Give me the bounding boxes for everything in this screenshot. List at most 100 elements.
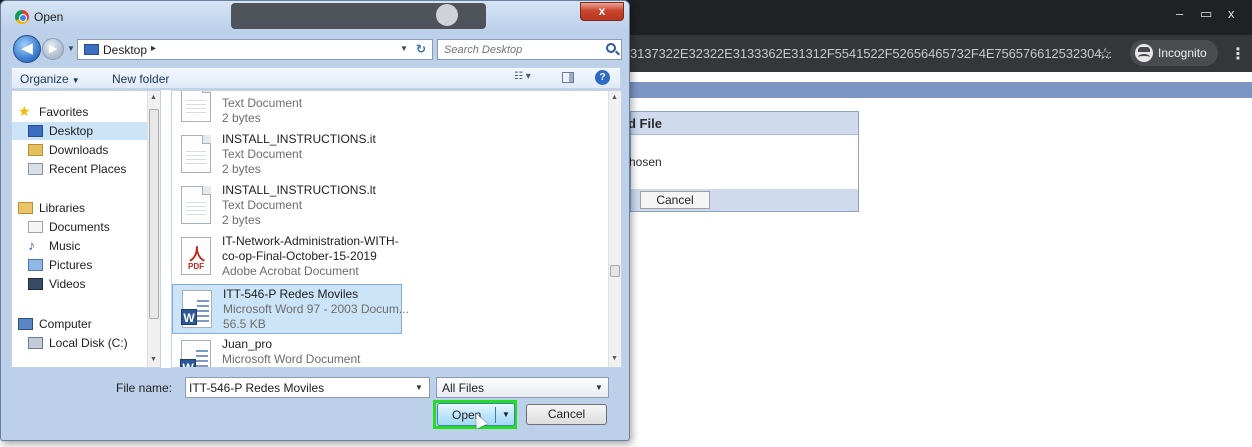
file-name: Juan_pro [222,337,273,351]
file-list-scrollbar[interactable]: ▲ ▼ [608,91,621,367]
organize-chevron-icon: ▼ [71,76,80,85]
upload-cancel-button[interactable]: Cancel [640,191,710,209]
word-badge: W [181,309,197,325]
nav-label: Downloads [49,143,109,157]
nav-recent-places[interactable]: Recent Places [12,160,147,178]
file-size: 2 bytes [222,162,261,176]
file-name-input[interactable] [189,380,404,396]
libraries-icon [18,202,33,214]
open-options-chevron-icon[interactable]: ▼ [502,410,510,419]
text-document-icon [181,91,211,122]
file-name: INSTALL_INSTRUCTIONS.it [222,132,376,146]
dialog-titlebar[interactable]: Open x [1,1,629,31]
search-box[interactable] [437,39,622,60]
nav-documents[interactable]: Documents [12,218,147,236]
upload-panel: d File hosen Cancel [628,111,859,212]
forward-arrow-icon[interactable]: ▶ [42,38,64,60]
file-item[interactable]: Text Document 2 bytes [172,91,402,129]
search-icon[interactable] [606,43,616,53]
nav-libraries[interactable]: Libraries [12,199,147,217]
nav-pane-scrollbar[interactable]: ▲ ▼ [147,91,160,367]
organize-button[interactable]: Organize ▼ [20,72,80,86]
split-button-separator [495,407,496,423]
dialog-title: Open [34,10,64,24]
address-dropdown-icon[interactable]: ▼ [400,44,408,53]
upload-panel-footer: Cancel [631,189,858,211]
file-item-selected[interactable]: W ITT-546-P Redes Moviles Microsoft Word… [172,284,409,334]
nav-label: Music [49,239,81,253]
nav-desktop[interactable]: Desktop [12,122,147,140]
file-name-label: File name: [116,381,173,395]
refresh-icon[interactable]: ↻ [416,42,426,56]
nav-label: Desktop [49,124,94,138]
document-lines [197,297,209,323]
nav-pictures[interactable]: Pictures [12,256,147,274]
browser-menu-icon[interactable]: ⋮ [1230,44,1246,64]
restore-icon[interactable]: ▭ [1200,6,1212,22]
breadcrumb-chevron-icon[interactable]: ▸ [151,43,156,54]
pane-splitter[interactable] [161,90,171,368]
cancel-button[interactable]: Cancel [526,404,607,425]
nav-label: Videos [49,277,86,291]
local-disk-icon [28,337,43,349]
scroll-up-icon[interactable]: ▲ [611,94,618,101]
file-item[interactable]: W Juan_pro Microsoft Word Document [172,335,402,367]
word-icon: W [180,340,211,367]
scroll-down-icon[interactable]: ▼ [611,355,618,362]
file-name: INSTALL_INSTRUCTIONS.lt [222,183,376,197]
file-type-filter[interactable]: All Files ▼ [436,377,609,398]
file-size: 2 bytes [222,213,261,227]
new-folder-button[interactable]: New folder [112,72,169,86]
nav-videos[interactable]: Videos [12,275,147,293]
search-input[interactable] [444,42,594,58]
change-view-icon[interactable]: ☷ ▾ [514,71,540,85]
upload-status-text: hosen [629,155,662,169]
filter-dropdown-icon[interactable]: ▼ [595,383,603,392]
nav-label: Favorites [39,105,89,119]
file-item[interactable]: 人 PDF IT-Network-Administration-WITH- co-… [172,232,402,282]
word-badge: W [180,359,196,367]
pictures-icon [28,259,43,271]
upload-panel-header: d File [628,112,858,135]
open-file-dialog: Open x ◀ ▶ ▼ Desktop ▸ ▼ ↻ Organize▼ New… [0,0,630,441]
navigation-pane: ★ Favorites Desktop Downloads Recent Pla… [11,90,161,368]
back-arrow-icon[interactable]: ◀ [13,35,41,63]
nav-label: Recent Places [49,162,127,176]
star-icon: ★ [18,103,31,119]
breadcrumb-desktop[interactable]: Desktop [103,43,147,57]
dialog-close-button[interactable]: x [580,2,624,21]
scrollbar-thumb[interactable] [610,265,620,277]
file-name: IT-Network-Administration-WITH- [222,234,399,248]
nav-music[interactable]: ♪ Music [12,237,147,255]
bookmark-star-icon[interactable]: ☆ [1098,44,1112,64]
recent-locations-chevron-icon[interactable]: ▼ [67,44,75,53]
nav-computer[interactable]: Computer [12,315,147,333]
file-item[interactable]: INSTALL_INSTRUCTIONS.lt Text Document 2 … [172,181,402,231]
incognito-label: Incognito [1158,46,1207,60]
file-type: Text Document [222,96,303,110]
nav-downloads[interactable]: Downloads [12,141,147,159]
nav-label: Pictures [49,258,93,272]
file-name-combobox[interactable]: ▼ [185,377,430,398]
scroll-up-icon[interactable]: ▲ [150,94,157,101]
nav-favorites[interactable]: ★ Favorites [12,103,147,121]
command-bar: Organize ▼ New folder ☷ ▾ ? [11,67,621,89]
file-size: 56.5 KB [223,317,266,331]
incognito-badge[interactable]: Incognito [1130,40,1218,66]
nav-local-disk[interactable]: Local Disk (C:) [12,334,147,352]
desktop-folder-icon [84,44,99,55]
address-bar-url[interactable]: 3137322E32322E3133362E31312F5541522F5265… [630,46,1112,61]
pdf-badge: PDF [188,262,204,271]
document-lines [186,199,206,217]
scrollbar-thumb[interactable] [149,109,159,319]
file-item[interactable]: INSTALL_INSTRUCTIONS.it Text Document 2 … [172,130,402,180]
address-bar[interactable]: Desktop ▸ ▼ ↻ [77,39,433,60]
close-window-icon[interactable]: x [1228,6,1235,21]
help-icon[interactable]: ? [595,70,610,85]
file-name-dropdown-icon[interactable]: ▼ [415,383,423,392]
scroll-down-icon[interactable]: ▼ [150,356,157,363]
page-header-band [630,82,1252,98]
preview-pane-icon[interactable] [562,72,574,83]
minimize-icon[interactable]: – [1176,6,1183,21]
file-name-line2: co-op-Final-October-15-2019 [222,249,377,263]
